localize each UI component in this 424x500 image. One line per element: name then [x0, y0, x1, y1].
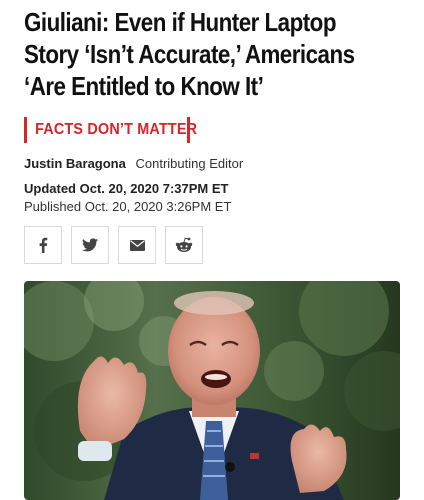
share-reddit-button[interactable]	[165, 226, 203, 264]
published-date: Published Oct. 20, 2020 3:26PM ET	[24, 199, 232, 214]
share-email-button[interactable]	[118, 226, 156, 264]
headline-line: ‘Are Entitled to Know It’	[24, 71, 264, 101]
headline-line: Giuliani: Even if Hunter Laptop	[24, 7, 336, 37]
article-headline: Giuliani: Even if Hunter Laptop Story ‘I…	[24, 6, 416, 102]
share-bar	[24, 226, 203, 264]
photo-illustration	[24, 281, 400, 500]
author-role: Contributing Editor	[135, 156, 244, 171]
headline-line: Story ‘Isn’t Accurate,’ Americans	[24, 39, 355, 69]
article-dates: Updated Oct. 20, 2020 7:37PM ET Publishe…	[24, 180, 231, 216]
share-facebook-button[interactable]	[24, 226, 62, 264]
twitter-icon	[82, 238, 98, 252]
email-icon	[129, 239, 145, 251]
share-twitter-button[interactable]	[71, 226, 109, 264]
updated-date: Updated Oct. 20, 2020 7:37PM ET	[24, 181, 229, 196]
facebook-icon	[39, 237, 48, 253]
article-photo	[24, 281, 400, 500]
byline: Justin Baragona Contributing Editor	[24, 156, 243, 171]
rubric-label[interactable]: FACTS DON’T MATTER	[27, 121, 197, 139]
section-rubric[interactable]: FACTS DON’T MATTER	[24, 116, 197, 144]
reddit-icon	[175, 237, 193, 252]
author-name[interactable]: Justin Baragona	[24, 156, 126, 171]
